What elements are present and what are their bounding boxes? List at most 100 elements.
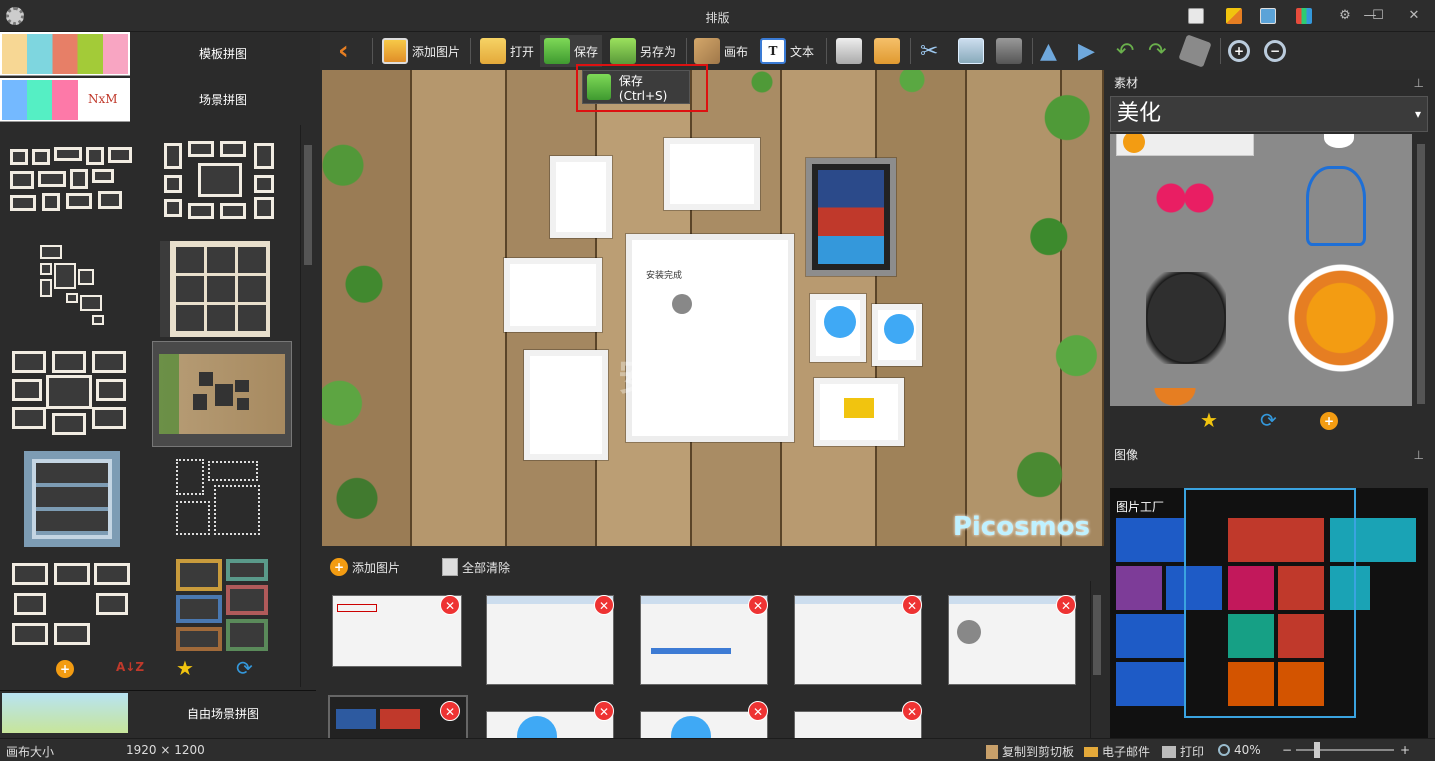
- free-scene-tab[interactable]: 自由场景拼图: [0, 690, 316, 734]
- pin-icon[interactable]: ⊥: [1414, 444, 1424, 466]
- add-image-button[interactable]: 添加图片: [378, 35, 464, 67]
- remove-image-icon[interactable]: ✕: [748, 701, 768, 721]
- email-status-button[interactable]: 电子邮件: [1084, 743, 1150, 760]
- remove-image-icon[interactable]: ✕: [1056, 595, 1076, 615]
- photo-item[interactable]: [504, 258, 602, 332]
- save-tooltip-text: 保存 (Ctrl+S): [618, 73, 668, 103]
- refresh-icon[interactable]: ⟳: [236, 656, 253, 680]
- back-button[interactable]: ‹: [334, 35, 353, 67]
- palette-icon[interactable]: [1296, 8, 1312, 24]
- photo-item[interactable]: [814, 378, 904, 446]
- watermark-logo: 安下载: [618, 355, 733, 399]
- template-thumb[interactable]: [6, 241, 146, 347]
- eraser-icon: [1178, 34, 1212, 68]
- remove-image-icon[interactable]: ✕: [902, 701, 922, 721]
- sticker-item[interactable]: [1116, 134, 1254, 156]
- template-thumb-selected[interactable]: [152, 341, 292, 447]
- rotate-left-button[interactable]: ↶: [1112, 35, 1138, 67]
- photo-item[interactable]: [524, 350, 608, 460]
- sticker-item[interactable]: [1324, 134, 1354, 148]
- cut-button[interactable]: ✂: [916, 35, 942, 67]
- settings-icon[interactable]: ⚙: [1335, 6, 1355, 26]
- template-thumb[interactable]: [158, 135, 298, 241]
- add-image-list-label: 添加图片: [352, 560, 401, 575]
- photo-item[interactable]: [664, 138, 760, 210]
- sticker-item[interactable]: [1286, 262, 1396, 374]
- email-button[interactable]: [870, 35, 904, 67]
- save-button[interactable]: 保存: [540, 35, 603, 67]
- photo-item[interactable]: [810, 294, 866, 362]
- add-image-list-button[interactable]: + 添加图片: [330, 558, 400, 576]
- plus-circle-icon: +: [330, 558, 348, 576]
- zoom-out-small-button[interactable]: −: [1282, 743, 1292, 757]
- vine-left-decoration: [322, 70, 392, 546]
- material-combo-value: 美化: [1117, 101, 1162, 126]
- copy-to-clipboard-button[interactable]: 复制到剪切板: [986, 743, 1074, 760]
- zoom-in-button[interactable]: +: [1224, 35, 1254, 67]
- template-thumb[interactable]: [160, 241, 270, 337]
- remove-image-icon[interactable]: ✕: [748, 595, 768, 615]
- photo-item[interactable]: [806, 158, 896, 276]
- refresh-material-icon[interactable]: ⟳: [1260, 408, 1277, 432]
- remove-image-icon[interactable]: ✕: [440, 701, 460, 721]
- zoom-out-button[interactable]: −: [1260, 35, 1290, 67]
- remove-image-icon[interactable]: ✕: [594, 595, 614, 615]
- photo-item[interactable]: [550, 156, 612, 238]
- main-toolbar: ‹ 添加图片 打开 保存 另存为 画布 T 文本 ✂ ▲ ▶ ↶ ↷ + −: [320, 32, 1435, 70]
- material-category-select[interactable]: 美化 ▾: [1110, 96, 1428, 132]
- open-button[interactable]: 打开: [476, 35, 538, 67]
- print-status-button[interactable]: 打印: [1162, 743, 1204, 760]
- scene-collage-tab[interactable]: NxM 场景拼图: [0, 78, 316, 122]
- pencil-icon[interactable]: [1226, 8, 1242, 24]
- template-scrollbar[interactable]: [300, 125, 314, 687]
- clear-button[interactable]: [1178, 34, 1212, 68]
- remove-image-icon[interactable]: ✕: [902, 595, 922, 615]
- print-button[interactable]: [832, 35, 866, 67]
- restore-button[interactable]: ☐: [1368, 6, 1388, 26]
- remove-image-icon[interactable]: ✕: [440, 595, 460, 615]
- canvas-button[interactable]: 画布: [690, 35, 752, 67]
- add-material-icon[interactable]: +: [1320, 412, 1338, 430]
- collage-canvas[interactable]: 安装完成 安下载 Picosmos: [322, 70, 1104, 546]
- material-scrollbar[interactable]: [1414, 134, 1428, 436]
- add-template-icon[interactable]: +: [56, 660, 74, 678]
- right-panel: 素材 ⊥ 美化 ▾ ★ ⟳ + 图像 ⊥ 图片工厂: [1108, 70, 1435, 738]
- template-thumb[interactable]: [6, 135, 146, 241]
- zoom-in-small-button[interactable]: +: [1400, 743, 1410, 757]
- zoom-slider[interactable]: [1296, 742, 1394, 758]
- text-button[interactable]: T 文本: [756, 35, 818, 67]
- scene-preview-image: [2, 80, 78, 120]
- sticker-item[interactable]: [1146, 272, 1226, 364]
- sticker-item[interactable]: [1140, 388, 1210, 406]
- template-thumb[interactable]: [24, 451, 120, 547]
- copy-button[interactable]: [954, 35, 988, 67]
- paste-button[interactable]: [992, 35, 1026, 67]
- rotate-right-button[interactable]: ↷: [1144, 35, 1170, 67]
- pin-icon[interactable]: ⊥: [1414, 72, 1424, 94]
- template-thumb[interactable]: [8, 349, 148, 455]
- save-as-button[interactable]: 另存为: [606, 35, 680, 67]
- material-toolbar: ★ ⟳ +: [1110, 406, 1412, 436]
- zoom-slider-handle[interactable]: [1314, 742, 1320, 758]
- sort-az-icon[interactable]: A↓Z: [116, 660, 144, 674]
- template-thumb[interactable]: [174, 451, 270, 547]
- text-label: 文本: [790, 44, 815, 59]
- canvas-size-label: 画布大小: [6, 745, 55, 759]
- sticker-item[interactable]: [1150, 174, 1220, 234]
- template-collage-tab[interactable]: 模板拼图: [0, 32, 316, 76]
- canvas-hscroll[interactable]: [322, 546, 1104, 552]
- remove-image-icon[interactable]: ✕: [594, 701, 614, 721]
- clear-all-button[interactable]: 全部清除: [442, 558, 510, 576]
- flip-vertical-button[interactable]: ▲: [1036, 35, 1061, 67]
- sticker-item[interactable]: [1306, 166, 1366, 246]
- skin-icon[interactable]: [1260, 8, 1276, 24]
- document-icon[interactable]: [1188, 8, 1204, 24]
- template-thumb[interactable]: [174, 557, 270, 653]
- photo-item[interactable]: [872, 304, 922, 366]
- favorite-material-icon[interactable]: ★: [1200, 408, 1218, 432]
- favorite-star-icon[interactable]: ★: [176, 656, 194, 680]
- flip-horizontal-button[interactable]: ▶: [1074, 35, 1099, 67]
- image-list-scrollbar[interactable]: [1090, 581, 1102, 738]
- close-button[interactable]: ✕: [1404, 6, 1424, 26]
- image-preview[interactable]: 图片工厂: [1110, 488, 1428, 738]
